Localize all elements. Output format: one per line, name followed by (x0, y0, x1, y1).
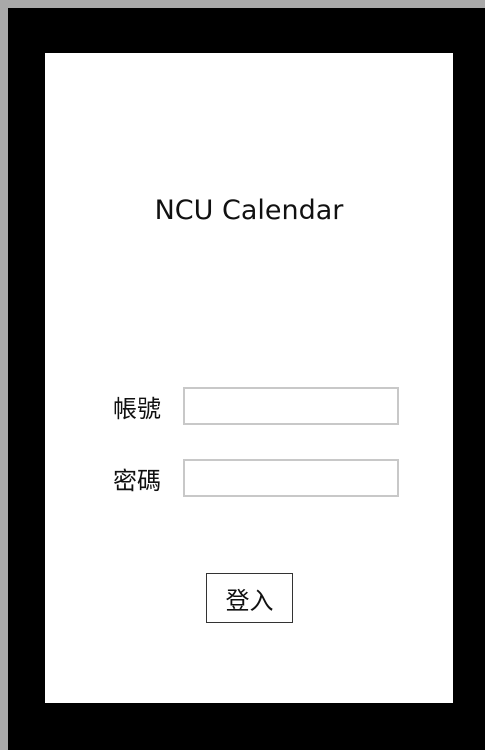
password-row: 密碼 (113, 458, 399, 498)
login-button[interactable]: 登入 (206, 573, 293, 623)
frame-edge-top (0, 0, 485, 8)
app-frame: NCU Calendar 帳號 密碼 登入 (0, 0, 485, 750)
login-screen: NCU Calendar 帳號 密碼 登入 (45, 53, 453, 703)
frame-edge-left (0, 0, 8, 750)
app-title: NCU Calendar (154, 195, 344, 226)
account-row: 帳號 (113, 386, 399, 426)
account-input[interactable] (183, 387, 399, 425)
account-label: 帳號 (113, 394, 161, 423)
password-input[interactable] (183, 459, 399, 497)
password-label: 密碼 (113, 466, 161, 495)
